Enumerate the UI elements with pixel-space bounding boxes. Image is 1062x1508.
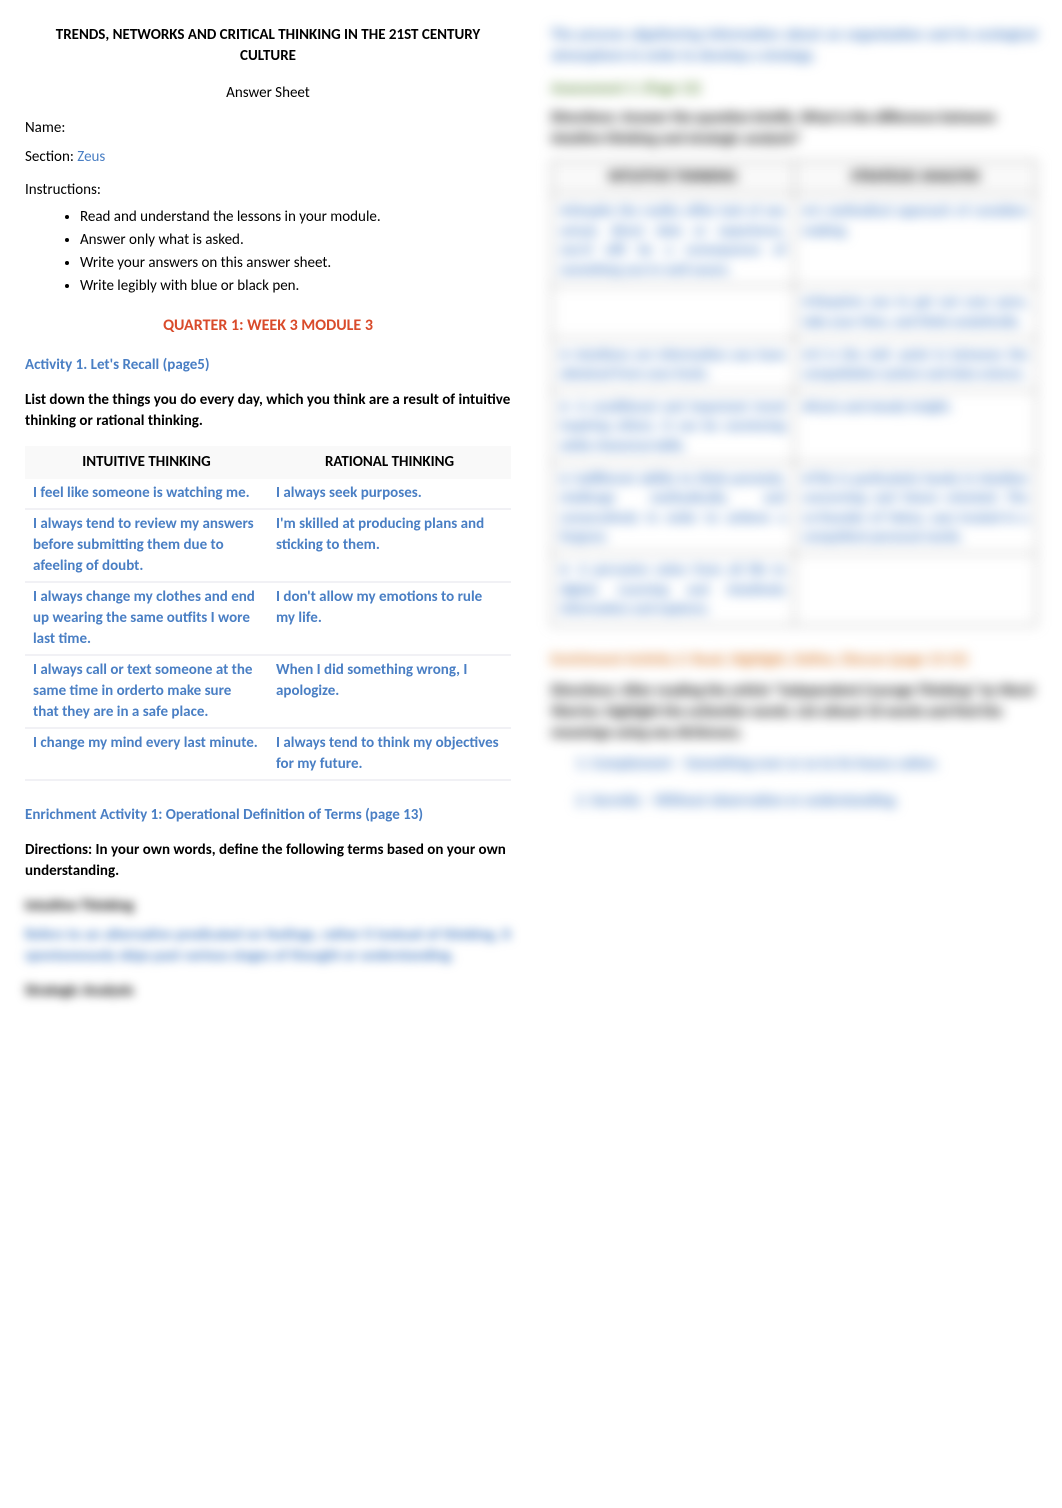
- table-row: I always tend to review my answers befor…: [25, 509, 511, 582]
- term-body: Refers to an alternative predicated on f…: [25, 925, 511, 967]
- cell-right: ●Facts and steady insight.: [794, 390, 1037, 462]
- cell-right: ●Requires you to get out your pens, take…: [794, 286, 1037, 338]
- enrichment2-directions: Directions: After reading the article "I…: [551, 681, 1037, 744]
- cell-intuitive: I always tend to review my answers befor…: [25, 509, 268, 582]
- cell-intuitive: I feel like someone is watching me.: [25, 479, 268, 509]
- table-row: I always change my clothes and end up we…: [25, 582, 511, 655]
- document-title: TRENDS, NETWORKS AND CRITICAL THINKING I…: [25, 25, 511, 67]
- instructions-list: Read and understand the lessons in your …: [80, 207, 511, 297]
- instruction-item: Read and understand the lessons in your …: [80, 207, 511, 228]
- left-column: TRENDS, NETWORKS AND CRITICAL THINKING I…: [25, 25, 511, 1010]
- enrichment1-directions: Directions: In your own words, define th…: [25, 840, 511, 882]
- document-subtitle: Answer Sheet: [25, 83, 511, 104]
- section-value: Zeus: [77, 148, 105, 166]
- cell-intuitive: I always change my clothes and end up we…: [25, 582, 268, 655]
- cell-left: ● Indifferent ability to think precisely…: [552, 462, 795, 553]
- cell-rational: I always tend to think my objectives for…: [268, 728, 511, 780]
- cell-right: ●A methodical approach of considers maki…: [794, 195, 1037, 286]
- activity1-col2-header: RATIONAL THINKING: [268, 446, 511, 479]
- term-title: Strategic Analysis: [25, 981, 511, 1002]
- section-label: Section:: [25, 148, 74, 166]
- instruction-item: Write your answers on this answer sheet.: [80, 253, 511, 274]
- cell-left: ●Despite the reality ofthe lack of any a…: [552, 195, 795, 286]
- section-field: Section: Zeus: [25, 147, 511, 168]
- instruction-item: Write legibly with blue or black pen.: [80, 276, 511, 297]
- definition-item: Secretly – Without observation or unders…: [591, 791, 1037, 812]
- cell-rational: When I did something wrong, I apologize.: [268, 655, 511, 728]
- assessment1-heading: Assessment 1: (Page 13): [551, 79, 1037, 100]
- table-row: ●Despite the reality ofthe lack of any a…: [552, 195, 1037, 286]
- instruction-item: Answer only what is asked.: [80, 230, 511, 251]
- cell-left: ● Intuitions are information you have ob…: [552, 338, 795, 390]
- term-title: Intuitive Thinking: [25, 896, 511, 917]
- definition-list: Complement – Something over or so to its…: [591, 754, 1037, 812]
- quarter-heading: QUARTER 1: WEEK 3 MODULE 3: [25, 315, 511, 337]
- term-body: The process ofgathering information abou…: [551, 25, 1037, 67]
- table-row: ● A conditional and important trend insp…: [552, 390, 1037, 462]
- cell-right: ●It is the mid- point in between the com…: [794, 338, 1037, 390]
- table-row: I always call or text someone at the sam…: [25, 655, 511, 728]
- table-row: ●Requires you to get out your pens, take…: [552, 286, 1037, 338]
- right-column: The process ofgathering information abou…: [551, 25, 1037, 1010]
- cell-rational: I'm skilled at producing plans and stick…: [268, 509, 511, 582]
- blurred-content: Intuitive Thinking Refers to an alternat…: [25, 896, 511, 1002]
- table-row: ● Indifferent ability to think precisely…: [552, 462, 1037, 553]
- name-label: Name:: [25, 119, 65, 137]
- enrichment1-heading: Enrichment Activity 1: Operational Defin…: [25, 805, 511, 826]
- cell-left: [552, 286, 795, 338]
- table-row: ● Intuitions are information you have ob…: [552, 338, 1037, 390]
- name-field: Name:: [25, 118, 511, 139]
- cell-intuitive: I change my mind every last minute.: [25, 728, 268, 780]
- activity1-directions: List down the things you do every day, w…: [25, 390, 511, 432]
- activity1-table: INTUITIVE THINKING RATIONAL THINKING I f…: [25, 446, 511, 781]
- assessment1-directions: Directions: Answer the question briefly.…: [551, 108, 1037, 150]
- activity1-heading: Activity 1. Let's Recall (page5): [25, 355, 511, 376]
- blurred-content: The process ofgathering information abou…: [551, 25, 1037, 812]
- cell-rational: I don't allow my emotions to rule my lif…: [268, 582, 511, 655]
- cell-rational: I always seek purposes.: [268, 479, 511, 509]
- instructions-label: Instructions:: [25, 180, 511, 201]
- cell-intuitive: I always call or text someone at the sam…: [25, 655, 268, 728]
- table-row: I change my mind every last minute. I al…: [25, 728, 511, 780]
- table-row: ● A pervasive solon from all life to dig…: [552, 553, 1037, 625]
- table-row: I feel like someone is watching me. I al…: [25, 479, 511, 509]
- assessment1-table: INTUITIVE THINKING STRATEGIC ANALYSIS ●D…: [551, 160, 1037, 626]
- enrichment2-heading: Enrichment Activity 2: Read, Highlight, …: [551, 650, 1037, 671]
- cell-right: ●This is particularly handy in intuition…: [794, 462, 1037, 553]
- cell-left: ● A conditional and important trend insp…: [552, 390, 795, 462]
- assessment1-col2-header: STRATEGIC ANALYSIS: [794, 161, 1037, 195]
- cell-right: [794, 553, 1037, 625]
- cell-left: ● A pervasive solon from all life to dig…: [552, 553, 795, 625]
- definition-item: Complement – Something over or so to its…: [591, 754, 1037, 775]
- assessment1-col1-header: INTUITIVE THINKING: [552, 161, 795, 195]
- activity1-col1-header: INTUITIVE THINKING: [25, 446, 268, 479]
